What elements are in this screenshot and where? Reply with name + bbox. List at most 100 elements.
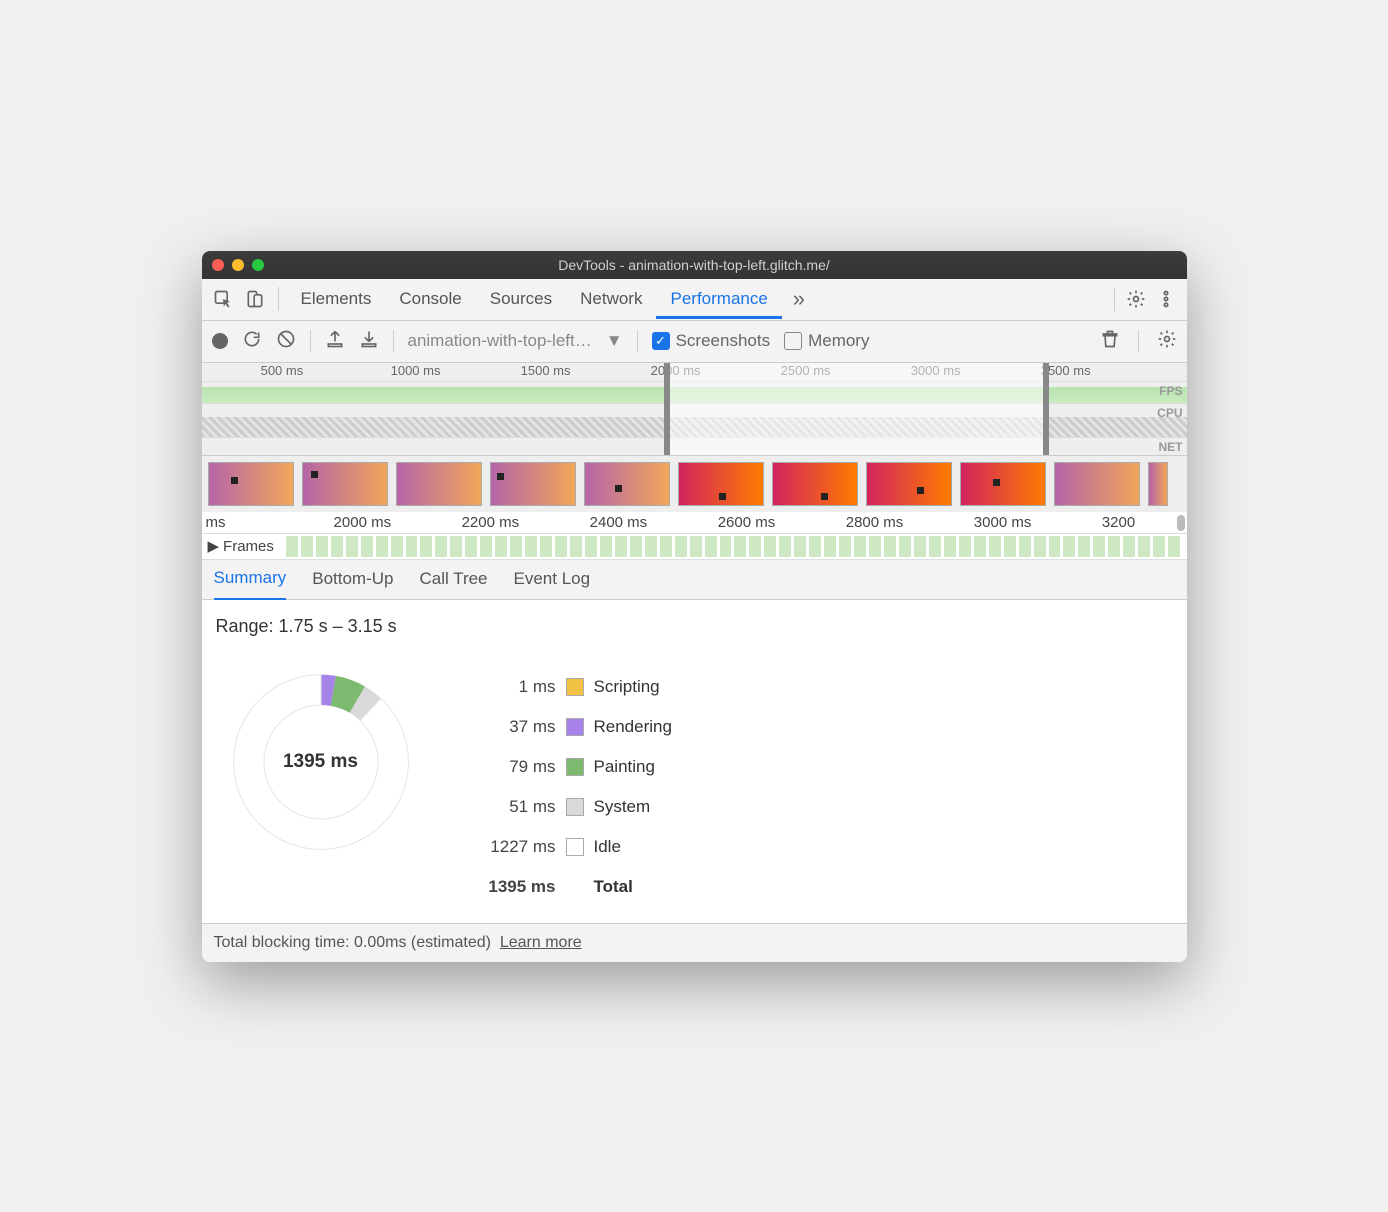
frame-bar[interactable] <box>989 536 1001 557</box>
frame-bar[interactable] <box>406 536 418 557</box>
frame-bar[interactable] <box>824 536 836 557</box>
frame-bar[interactable] <box>376 536 388 557</box>
frame-bar[interactable] <box>450 536 462 557</box>
expand-triangle-icon[interactable]: ▶ <box>208 537 220 555</box>
overview-selection[interactable] <box>664 363 1048 455</box>
clear-button[interactable] <box>276 329 296 354</box>
screenshot-thumb[interactable] <box>1148 462 1168 506</box>
tab-performance[interactable]: Performance <box>656 279 781 319</box>
frame-bar[interactable] <box>615 536 627 557</box>
frame-bar[interactable] <box>495 536 507 557</box>
scrollbar-thumb[interactable] <box>1177 515 1185 531</box>
frame-bar[interactable] <box>286 536 298 557</box>
screenshot-thumb[interactable] <box>302 462 388 506</box>
frame-bar[interactable] <box>929 536 941 557</box>
frame-bar[interactable] <box>779 536 791 557</box>
device-toolbar-icon[interactable] <box>240 284 270 314</box>
kebab-menu-icon[interactable] <box>1151 284 1181 314</box>
save-profile-button[interactable] <box>359 329 379 354</box>
frame-bar[interactable] <box>1063 536 1075 557</box>
frame-bar[interactable] <box>346 536 358 557</box>
frame-bar[interactable] <box>510 536 522 557</box>
reload-button[interactable] <box>242 329 262 354</box>
frame-bar[interactable] <box>540 536 552 557</box>
record-button[interactable] <box>212 333 228 349</box>
frame-bar[interactable] <box>480 536 492 557</box>
settings-gear-icon[interactable] <box>1121 284 1151 314</box>
frame-bar[interactable] <box>420 536 432 557</box>
frame-bar[interactable] <box>331 536 343 557</box>
frame-bar[interactable] <box>1108 536 1120 557</box>
tab-elements[interactable]: Elements <box>287 279 386 319</box>
frame-bar[interactable] <box>1123 536 1135 557</box>
frame-bar[interactable] <box>391 536 403 557</box>
screenshot-thumb[interactable] <box>584 462 670 506</box>
timeline-overview[interactable]: 500 ms1000 ms1500 ms2000 ms2500 ms3000 m… <box>202 363 1187 456</box>
frame-bar[interactable] <box>854 536 866 557</box>
frame-bar[interactable] <box>869 536 881 557</box>
frame-bar[interactable] <box>734 536 746 557</box>
screenshot-thumb[interactable] <box>1054 462 1140 506</box>
frame-bar[interactable] <box>1004 536 1016 557</box>
frame-bar[interactable] <box>585 536 597 557</box>
frame-bar[interactable] <box>794 536 806 557</box>
delete-button[interactable] <box>1100 329 1120 354</box>
frame-bar[interactable] <box>809 536 821 557</box>
dropdown-triangle-icon[interactable]: ▼ <box>606 331 623 351</box>
detail-tab-event-log[interactable]: Event Log <box>514 559 591 599</box>
timeline-ruler[interactable]: ms2000 ms2200 ms2400 ms2600 ms2800 ms300… <box>202 512 1187 534</box>
frame-bar[interactable] <box>555 536 567 557</box>
frame-bar[interactable] <box>525 536 537 557</box>
tab-sources[interactable]: Sources <box>476 279 566 319</box>
frame-bar[interactable] <box>914 536 926 557</box>
frame-bar[interactable] <box>690 536 702 557</box>
frame-bar[interactable] <box>720 536 732 557</box>
screenshot-thumb[interactable] <box>678 462 764 506</box>
screenshots-filmstrip[interactable] <box>202 456 1187 512</box>
screenshot-thumb[interactable] <box>960 462 1046 506</box>
frame-bar[interactable] <box>435 536 447 557</box>
frame-bar[interactable] <box>570 536 582 557</box>
detail-tab-call-tree[interactable]: Call Tree <box>419 559 487 599</box>
frame-bar[interactable] <box>660 536 672 557</box>
frame-bar[interactable] <box>764 536 776 557</box>
screenshot-thumb[interactable] <box>866 462 952 506</box>
frame-bar[interactable] <box>1034 536 1046 557</box>
load-profile-button[interactable] <box>325 329 345 354</box>
tab-console[interactable]: Console <box>385 279 475 319</box>
frame-bar[interactable] <box>1168 536 1180 557</box>
frame-bar[interactable] <box>1019 536 1031 557</box>
more-tabs-icon[interactable]: » <box>784 284 814 314</box>
inspect-element-icon[interactable] <box>208 284 238 314</box>
frame-bar[interactable] <box>749 536 761 557</box>
frame-bar[interactable] <box>1138 536 1150 557</box>
frame-bar[interactable] <box>944 536 956 557</box>
frame-bar[interactable] <box>645 536 657 557</box>
screenshot-thumb[interactable] <box>772 462 858 506</box>
learn-more-link[interactable]: Learn more <box>500 934 582 951</box>
frame-bar[interactable] <box>316 536 328 557</box>
screenshots-checkbox[interactable]: ✓ Screenshots <box>652 331 771 351</box>
frame-bar[interactable] <box>600 536 612 557</box>
memory-checkbox[interactable]: Memory <box>784 331 869 351</box>
frame-bar[interactable] <box>630 536 642 557</box>
frame-bar[interactable] <box>959 536 971 557</box>
frame-bar[interactable] <box>1049 536 1061 557</box>
profile-selector[interactable]: animation-with-top-left… <box>408 331 592 351</box>
frame-bar[interactable] <box>1078 536 1090 557</box>
detail-tab-summary[interactable]: Summary <box>214 558 287 601</box>
frame-bar[interactable] <box>705 536 717 557</box>
frame-bar[interactable] <box>675 536 687 557</box>
frame-bar[interactable] <box>301 536 313 557</box>
tab-network[interactable]: Network <box>566 279 656 319</box>
frame-bar[interactable] <box>899 536 911 557</box>
frame-bar[interactable] <box>839 536 851 557</box>
frame-bar[interactable] <box>974 536 986 557</box>
capture-settings-gear-icon[interactable] <box>1157 329 1177 354</box>
frame-bar[interactable] <box>465 536 477 557</box>
frame-bar[interactable] <box>1093 536 1105 557</box>
screenshot-thumb[interactable] <box>208 462 294 506</box>
screenshot-thumb[interactable] <box>490 462 576 506</box>
frame-bar[interactable] <box>1153 536 1165 557</box>
detail-tab-bottom-up[interactable]: Bottom-Up <box>312 559 393 599</box>
